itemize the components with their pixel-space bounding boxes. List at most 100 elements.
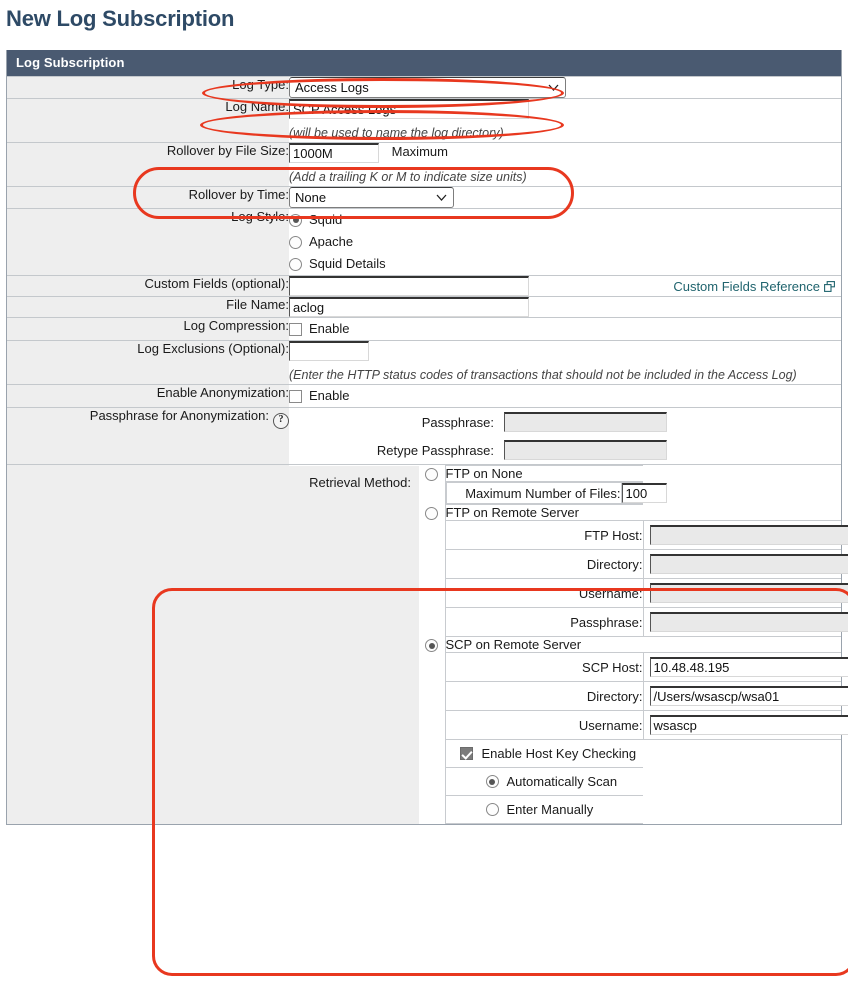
cell-passphrase-anonymization: Passphrase: Retype Passphrase: [289,407,841,465]
label-log-type: Log Type: [7,76,289,99]
retrieval-method-name-ftp-remote: FTP on Remote Server [444,504,643,521]
panel-header: Log Subscription [7,50,841,76]
host-key-option-enter-manually[interactable]: Enter Manually [446,796,644,823]
ftp-username-input[interactable] [649,583,848,603]
sublabel-scp-directory: Directory: [445,681,644,711]
log-style-label-squid: Squid [309,212,343,227]
spacer-cell [419,578,446,608]
rollover-time-select[interactable]: None [289,187,454,208]
enable-anonymization-checkbox-row[interactable]: Enable [289,385,841,407]
subcell-passphrase [499,408,841,436]
label-rollover-file-size: Rollover by File Size: [7,142,289,187]
label-log-style: Log Style: [7,208,289,276]
subcell-scp-host: 10.48.48.195SCP Port:22 [642,652,848,682]
ftp-directory-input[interactable] [649,554,848,574]
checkbox-icon[interactable] [289,389,302,403]
file-name-input[interactable]: aclog [289,297,529,317]
radio-icon[interactable] [289,213,302,227]
row-log-type: Log Type: Access Logs [7,76,841,99]
radio-icon[interactable] [289,257,302,271]
sublabel-max-files: Maximum Number of Files: [445,482,622,504]
cell-rollover-file-size: 1000M Maximum (Add a trailing K or M to … [289,142,841,187]
radio-icon[interactable] [485,775,499,788]
retrieval-method-table: Retrieval Method: FTP on None Maximum Nu… [289,465,848,824]
spacer-cell [419,549,446,579]
host-key-checkbox-row[interactable]: Enable Host Key Checking [445,740,643,768]
retrieval-radio-cell-ftp-remote[interactable] [419,504,446,521]
retype-passphrase-input[interactable] [504,440,667,460]
log-type-select[interactable]: Access Logs [289,77,566,98]
spacer-cell [419,481,446,505]
row-rollover-time: Rollover by Time: None [7,186,841,209]
rollover-file-size-input[interactable]: 1000M [289,143,379,163]
cell-log-compression: Enable [289,317,841,341]
ftp-host-input[interactable] [649,525,848,545]
log-style-option-squid[interactable]: Squid [289,209,841,231]
question-mark-icon[interactable]: ? [273,413,289,429]
host-key-option-automatically-scan[interactable]: Automatically Scan [445,768,643,796]
log-name-hint: (will be used to name the log directory) [289,126,504,140]
log-exclusions-hint: (Enter the HTTP status codes of transact… [289,368,797,382]
log-name-input[interactable]: SCP Access Logs [289,99,529,119]
scp-directory-input[interactable]: /Users/wsascp/wsa01 [649,686,848,706]
subcell-ftp-passphrase [642,607,848,637]
label-file-name: File Name: [7,296,289,318]
subrow-max-files: Maximum Number of Files: 100 [445,482,667,504]
subrow-retype-passphrase: Retype Passphrase: [289,436,841,464]
row-log-compression: Log Compression: Enable [7,317,841,341]
retrieval-radio-cell-scp-remote[interactable] [419,636,446,653]
row-enable-anonymization: Enable Anonymization: Enable [7,384,841,408]
checkbox-icon[interactable] [289,322,302,336]
label-rollover-time: Rollover by Time: [7,186,289,209]
label-enable-anonymization: Enable Anonymization: [7,384,289,408]
log-subscription-form: Log Type: Access Logs Log Name: SCP Acce… [7,76,848,824]
custom-fields-input[interactable] [289,276,529,296]
radio-icon[interactable] [425,639,439,653]
row-custom-fields: Custom Fields (optional): Custom Fields … [7,275,841,297]
label-custom-fields: Custom Fields (optional): [7,275,289,297]
retrieval-method-name-ftp-none: FTP on None [444,465,643,482]
spacer-cell [419,652,446,682]
rollover-file-size-suffix: Maximum [391,144,448,160]
cell-file-name: aclog [289,296,841,318]
log-style-label-squid-details: Squid Details [309,256,386,271]
retrieval-row-ftp-none: Retrieval Method: FTP on None [289,465,841,824]
checkbox-icon[interactable] [459,747,473,760]
spacer-cell [419,710,446,740]
row-log-exclusions: Log Exclusions (Optional): (Enter the HT… [7,340,841,385]
row-rollover-file-size: Rollover by File Size: 1000M Maximum (Ad… [7,142,841,187]
enable-anonymization-label: Enable [309,388,350,403]
log-exclusions-input[interactable] [289,341,369,361]
radio-icon[interactable] [425,468,439,482]
scp-host-input[interactable]: 10.48.48.195 [649,657,848,677]
cell-log-type: Access Logs [289,76,841,99]
label-passphrase-anonymization: Passphrase for Anonymization:? [7,407,289,465]
log-compression-enable-label: Enable [309,321,350,336]
ftp-passphrase-input[interactable] [649,612,848,632]
spacer-cell [419,739,446,824]
cell-custom-fields: Custom Fields Reference [289,275,841,297]
log-style-option-squid-details[interactable]: Squid Details [289,253,841,275]
cell-log-style: Squid Apache Squid Details [289,208,841,276]
spacer-cell [419,520,446,550]
host-key-cell: Enable Host Key Checking Automatically Sc… [444,739,644,824]
radio-icon[interactable] [289,235,302,249]
host-key-option-label: Enter Manually [506,802,594,817]
host-key-checkbox-label: Enable Host Key Checking [481,746,637,761]
rollover-file-size-hint: (Add a trailing K or M to indicate size … [289,170,527,184]
log-compression-enable[interactable]: Enable [289,318,841,340]
scp-username-input[interactable]: wsascp [649,715,848,735]
radio-icon[interactable] [425,507,439,521]
custom-fields-reference-link[interactable]: Custom Fields Reference [673,279,820,294]
label-retrieval-method-spacer [7,464,289,824]
max-files-input[interactable]: 100 [621,483,667,503]
passphrase-anonymization-label-text: Passphrase for Anonymization: [89,408,269,423]
spacer-cell [419,681,446,711]
retrieval-radio-cell-ftp-none[interactable] [419,465,446,482]
passphrase-subtable: Passphrase: Retype Passphrase: [289,408,841,464]
passphrase-input[interactable] [504,412,667,432]
radio-icon[interactable] [485,803,499,816]
log-style-option-apache[interactable]: Apache [289,231,841,253]
row-log-name: Log Name: SCP Access Logs (will be used … [7,98,841,143]
label-retrieval-method: Retrieval Method: [289,465,419,824]
